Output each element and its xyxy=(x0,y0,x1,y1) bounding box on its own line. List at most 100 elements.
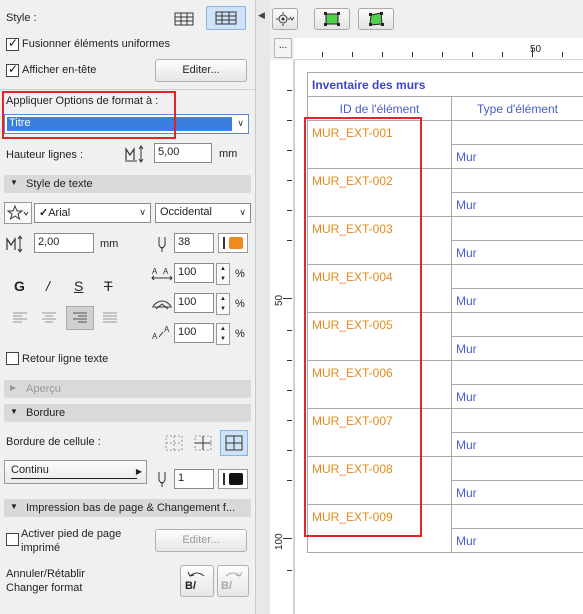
element-id-cell[interactable]: MUR_EXT-008 xyxy=(307,456,452,481)
activate-footer-checkbox[interactable] xyxy=(6,533,19,546)
collapse-panel-icon[interactable]: ◀ xyxy=(258,10,265,21)
font-family-select[interactable]: ✓Arial ∨ xyxy=(34,203,151,223)
element-id-cell[interactable]: MUR_EXT-001 xyxy=(307,120,452,145)
width-factor-input[interactable]: 100 xyxy=(174,263,214,283)
element-type-cell[interactable]: Mur xyxy=(451,288,583,313)
pen-color-swatch[interactable] xyxy=(218,233,248,253)
empty-cell[interactable] xyxy=(307,144,452,169)
empty-cell[interactable] xyxy=(307,192,452,217)
border-all-icon[interactable] xyxy=(220,430,248,456)
border-none-icon[interactable] xyxy=(162,432,186,454)
settings-gear-icon[interactable] xyxy=(272,8,298,30)
element-type-cell[interactable]: Mur xyxy=(451,528,583,553)
text-style-section-header[interactable]: ▼ Style de texte xyxy=(4,175,251,193)
border-color-swatch[interactable] xyxy=(218,469,248,489)
width-factor-stepper[interactable]: ▲ ▼ xyxy=(216,263,230,285)
empty-cell[interactable] xyxy=(451,312,583,337)
line-type-value: Continu xyxy=(11,464,49,476)
element-type-cell[interactable]: Mur xyxy=(451,144,583,169)
char-spacing-input[interactable]: 100 xyxy=(174,293,214,313)
script-select[interactable]: Occidental ∨ xyxy=(155,203,251,223)
element-id-cell[interactable]: MUR_EXT-009 xyxy=(307,504,452,529)
apply-format-select[interactable]: Titre ∨ xyxy=(4,114,249,134)
empty-cell[interactable] xyxy=(451,168,583,193)
column-header-type[interactable]: Type d'élément xyxy=(451,96,583,121)
row-height-input[interactable]: 5,00 xyxy=(154,143,212,163)
element-id-cell[interactable]: MUR_EXT-004 xyxy=(307,264,452,289)
table-style-plain-icon[interactable] xyxy=(172,8,196,30)
element-type-cell[interactable]: Mur xyxy=(451,432,583,457)
table-row: MUR_EXT-007 xyxy=(307,408,583,433)
undo-redo-label-2: Changer format xyxy=(6,582,83,594)
redo-format-button[interactable]: B/ xyxy=(217,565,249,597)
element-id-cell[interactable]: MUR_EXT-007 xyxy=(307,408,452,433)
border-pen-input[interactable]: 1 xyxy=(174,469,214,489)
edit-header-button[interactable]: Editer... xyxy=(155,59,247,82)
line-type-select[interactable]: Continu ▶ xyxy=(4,460,147,484)
bold-button[interactable]: G xyxy=(14,278,25,294)
empty-cell[interactable] xyxy=(307,336,452,361)
wrap-text-checkbox[interactable] xyxy=(6,352,19,365)
table-row: MUR_EXT-005 xyxy=(307,312,583,337)
column-header-id[interactable]: ID de l'élément xyxy=(307,96,452,121)
element-id-cell[interactable]: MUR_EXT-002 xyxy=(307,168,452,193)
ruler-corner-button[interactable]: ... xyxy=(274,38,292,58)
chevron-down-icon: ∨ xyxy=(237,118,244,128)
select-cell-icon[interactable] xyxy=(314,8,350,30)
merge-uniform-checkbox[interactable] xyxy=(6,36,19,51)
element-type-cell[interactable]: Mur xyxy=(451,336,583,361)
schedule-table: Inventaire des murs ID de l'élément Type… xyxy=(307,72,583,553)
align-center-icon[interactable] xyxy=(37,307,61,329)
select-element-icon[interactable] xyxy=(358,8,394,30)
panel-splitter[interactable]: ◀ xyxy=(255,0,270,614)
table-row: Mur xyxy=(307,384,583,409)
empty-cell[interactable] xyxy=(307,240,452,265)
chevron-down-icon: ∨ xyxy=(239,207,246,217)
expand-triangle-icon: ▶ xyxy=(10,383,17,392)
table-style-merged-icon[interactable] xyxy=(206,6,246,30)
edit-footer-button[interactable]: Editer... xyxy=(155,529,247,552)
pen-number-input[interactable]: 38 xyxy=(174,233,214,253)
strikethrough-button[interactable]: T xyxy=(104,278,113,294)
empty-cell[interactable] xyxy=(451,216,583,241)
table-row: MUR_EXT-009 xyxy=(307,504,583,529)
element-type-cell[interactable]: Mur xyxy=(451,480,583,505)
element-id-cell[interactable]: MUR_EXT-003 xyxy=(307,216,452,241)
border-inner-icon[interactable] xyxy=(191,432,215,454)
empty-cell[interactable] xyxy=(307,480,452,505)
border-section-header[interactable]: ▼ Bordure xyxy=(4,404,251,422)
element-type-cell[interactable]: Mur xyxy=(451,384,583,409)
favorites-star-icon[interactable] xyxy=(4,202,32,224)
empty-cell[interactable] xyxy=(307,528,452,553)
vertical-ruler: 50 100 xyxy=(270,60,294,614)
char-spacing-stepper[interactable]: ▲ ▼ xyxy=(216,293,230,315)
element-id-cell[interactable]: MUR_EXT-006 xyxy=(307,360,452,385)
schedule-title[interactable]: Inventaire des murs xyxy=(307,72,583,97)
font-size-input[interactable]: 2,00 xyxy=(34,233,94,253)
show-header-checkbox[interactable] xyxy=(6,62,19,77)
align-right-icon[interactable] xyxy=(66,306,94,330)
preview-section-header[interactable]: ▶ Aperçu xyxy=(4,380,251,398)
empty-cell[interactable] xyxy=(451,504,583,529)
char-height-stepper[interactable]: ▲ ▼ xyxy=(216,323,230,345)
element-type-cell[interactable]: Mur xyxy=(451,240,583,265)
empty-cell[interactable] xyxy=(451,120,583,145)
empty-cell[interactable] xyxy=(307,432,452,457)
align-justify-icon[interactable] xyxy=(98,307,122,329)
empty-cell[interactable] xyxy=(451,408,583,433)
underline-button[interactable]: S xyxy=(74,278,83,294)
print-footer-section-header[interactable]: ▼ Impression bas de page & Changement f.… xyxy=(4,499,251,517)
element-type-cell[interactable]: Mur xyxy=(451,192,583,217)
empty-cell[interactable] xyxy=(307,384,452,409)
italic-button[interactable]: / xyxy=(46,278,50,294)
table-row: MUR_EXT-001 xyxy=(307,120,583,145)
empty-cell[interactable] xyxy=(307,288,452,313)
empty-cell[interactable] xyxy=(451,264,583,289)
char-height-input[interactable]: 100 xyxy=(174,323,214,343)
align-left-icon[interactable] xyxy=(8,307,32,329)
element-id-cell[interactable]: MUR_EXT-005 xyxy=(307,312,452,337)
width-factor-icon: AA xyxy=(150,262,174,284)
empty-cell[interactable] xyxy=(451,456,583,481)
empty-cell[interactable] xyxy=(451,360,583,385)
undo-format-button[interactable]: B/ xyxy=(180,565,214,597)
